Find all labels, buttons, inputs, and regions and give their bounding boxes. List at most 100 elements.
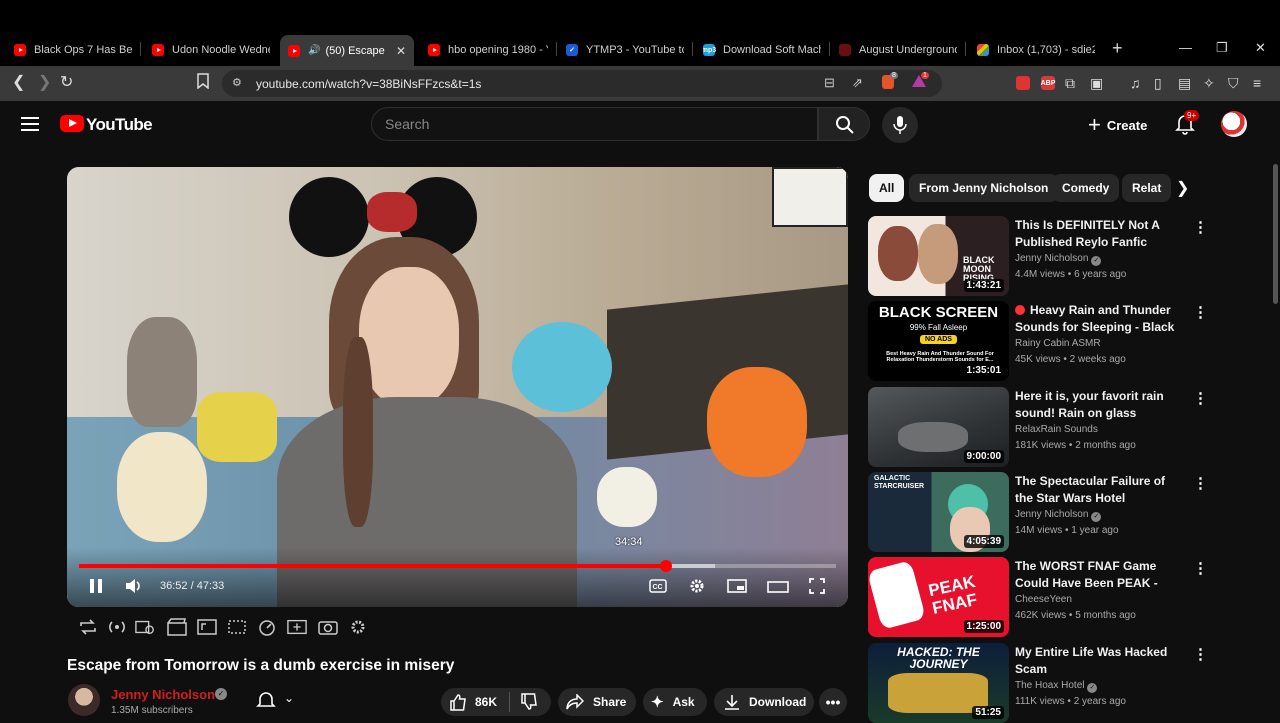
install-icon[interactable]: ⊟ xyxy=(824,75,835,91)
brightness-box-icon[interactable] xyxy=(287,618,307,636)
recommendation-channel[interactable]: Jenny Nicholson ✓ xyxy=(1015,253,1102,266)
search-input[interactable] xyxy=(385,115,785,133)
broadcast-icon[interactable] xyxy=(107,618,127,636)
recommendation-item[interactable]: HACKED: THE JOURNEY 51:25 My Entire Life… xyxy=(868,643,1268,723)
aspect-ratio-icon[interactable] xyxy=(197,618,217,636)
download-button[interactable]: Download xyxy=(714,688,814,716)
like-button[interactable]: 86K xyxy=(449,693,497,711)
pause-button[interactable] xyxy=(89,578,103,599)
video-player[interactable]: 34:34 36:52 / 47:33 CC xyxy=(67,167,848,607)
create-button[interactable]: + Create xyxy=(1080,107,1159,143)
recommendation-item[interactable]: PEAK FNAF 1:25:00 The WORST FNAF Game Co… xyxy=(868,557,1268,637)
vpn-icon[interactable]: ⛉ xyxy=(1228,73,1239,93)
forward-icon[interactable]: ❯ xyxy=(38,73,51,93)
clapper-icon[interactable] xyxy=(167,618,187,636)
camera-icon[interactable] xyxy=(318,618,338,636)
more-vertical-icon[interactable]: ⋮ xyxy=(1193,218,1208,236)
puzzle-icon[interactable]: ⧉ xyxy=(1065,73,1075,93)
watch-later-icon[interactable] xyxy=(135,618,155,636)
share-icon[interactable]: ⇗ xyxy=(852,75,863,91)
youtube-logo-icon[interactable] xyxy=(60,115,84,132)
close-window-icon[interactable]: ✕ xyxy=(1255,40,1266,56)
page-scrollbar[interactable] xyxy=(1273,164,1278,304)
sidebar-icon[interactable]: ▯ xyxy=(1154,73,1162,93)
browser-tab[interactable]: Udon Noodle Wedne xyxy=(152,39,270,61)
recommendation-channel[interactable]: Rainy Cabin ASMR xyxy=(1015,338,1101,349)
reload-icon[interactable]: ↻ xyxy=(60,73,73,93)
recommendation-channel[interactable]: Jenny Nicholson ✓ xyxy=(1015,509,1102,522)
hamburger-menu-icon[interactable] xyxy=(21,117,39,131)
browser-tab[interactable]: August Underground xyxy=(839,39,957,61)
adblock-plus-icon[interactable]: ABP xyxy=(1041,76,1055,90)
fullscreen-button[interactable] xyxy=(809,578,825,599)
more-vertical-icon[interactable]: ⋮ xyxy=(1193,645,1208,663)
more-actions-button[interactable]: ••• xyxy=(819,688,847,716)
new-tab-button[interactable]: + xyxy=(1112,38,1123,59)
browser-tab[interactable]: Inbox (1,703) - sdie2( xyxy=(977,39,1095,61)
progress-bar[interactable] xyxy=(79,560,836,572)
recommendation-channel[interactable]: RelaxRain Sounds xyxy=(1015,424,1098,435)
youtube-logo-text[interactable]: YouTube xyxy=(86,115,153,135)
search-box[interactable] xyxy=(371,107,818,141)
recommendation-item[interactable]: BLACK SCREEN 99% Fall Asleep NO ADS Best… xyxy=(868,301,1268,381)
share-button[interactable]: Share xyxy=(558,688,636,716)
loop-icon[interactable] xyxy=(78,618,98,636)
address-bar[interactable]: ⚙ youtube.com/watch?v=38BiNsFFzcs&t=1s ⊟… xyxy=(222,70,942,97)
mute-button[interactable] xyxy=(125,578,143,599)
video-thumbnail[interactable]: PEAK FNAF 1:25:00 xyxy=(868,557,1009,637)
channel-avatar[interactable] xyxy=(68,684,100,716)
speedometer-icon[interactable] xyxy=(257,618,277,636)
miniplayer-button[interactable] xyxy=(727,579,747,598)
more-vertical-icon[interactable]: ⋮ xyxy=(1193,389,1208,407)
crop-icon[interactable] xyxy=(227,618,247,636)
wallet-icon[interactable]: ▤ xyxy=(1178,73,1191,93)
dislike-button[interactable] xyxy=(520,693,538,711)
chip-comedy[interactable]: Comedy xyxy=(1052,174,1120,202)
chevron-right-icon[interactable]: ❯ xyxy=(1176,178,1189,198)
extension-icon[interactable] xyxy=(1016,76,1030,90)
recommendation-title[interactable]: The Spectacular Failure of the Star Wars… xyxy=(1015,473,1181,507)
music-icon[interactable]: ♫ xyxy=(1130,73,1141,93)
recommendation-item[interactable]: 9:00:00 Here it is, your favorit rain so… xyxy=(868,387,1268,467)
recommendation-title[interactable]: The WORST FNAF Game Could Have Been PEAK… xyxy=(1015,558,1181,592)
more-vertical-icon[interactable]: ⋮ xyxy=(1193,559,1208,577)
browser-tab[interactable]: mp3 Download Soft Machi xyxy=(703,39,821,61)
maximize-icon[interactable]: ❐ xyxy=(1216,40,1228,56)
video-thumbnail[interactable]: 9:00:00 xyxy=(868,387,1009,467)
settings-gear-icon[interactable] xyxy=(348,618,368,636)
video-thumbnail[interactable]: BLACK SCREEN 99% Fall Asleep NO ADS Best… xyxy=(868,301,1009,381)
channel-name[interactable]: Jenny Nicholson xyxy=(111,687,215,702)
back-icon[interactable]: ❮ xyxy=(12,73,25,93)
chip-all[interactable]: All xyxy=(869,174,905,202)
screenshot-icon[interactable]: ▣ xyxy=(1090,73,1103,93)
settings-button[interactable] xyxy=(689,578,705,599)
ask-button[interactable]: ✦ Ask xyxy=(643,688,707,716)
subscription-bell-button[interactable]: ⌄ xyxy=(256,690,294,715)
more-vertical-icon[interactable]: ⋮ xyxy=(1193,474,1208,492)
recommendation-item[interactable]: GALACTIC STARCRUISER 4:05:39 The Spectac… xyxy=(868,472,1268,552)
recommendation-title[interactable]: Here it is, your favorit rain sound! Rai… xyxy=(1015,388,1181,422)
video-thumbnail[interactable]: GALACTIC STARCRUISER 4:05:39 xyxy=(868,472,1009,552)
browser-tab[interactable]: Black Ops 7 Has Beco xyxy=(14,39,132,61)
leo-ai-icon[interactable]: ✧ xyxy=(1203,73,1215,93)
minimize-icon[interactable]: — xyxy=(1179,40,1192,55)
scrubber-handle[interactable] xyxy=(659,560,672,572)
recommendation-title[interactable]: Heavy Rain and Thunder Sounds for Sleepi… xyxy=(1015,302,1181,336)
theater-mode-button[interactable] xyxy=(767,580,789,598)
recommendation-title[interactable]: This Is DEFINITELY Not A Published Reylo… xyxy=(1015,217,1181,251)
search-button[interactable] xyxy=(818,107,870,141)
browser-tab[interactable]: ✓ YTMP3 - YouTube to I xyxy=(566,39,684,61)
recommendation-title[interactable]: My Entire Life Was Hacked Scam xyxy=(1015,644,1181,678)
more-vertical-icon[interactable]: ⋮ xyxy=(1193,303,1208,321)
browser-tab[interactable]: hbo opening 1980 - Y xyxy=(428,39,548,61)
user-avatar[interactable] xyxy=(1221,111,1247,137)
browser-tab-active[interactable]: 🔊(50) Escape fro✕ xyxy=(280,35,414,66)
menu-icon[interactable]: ≡ xyxy=(1253,73,1261,93)
bookmark-icon[interactable] xyxy=(197,73,209,95)
site-info-icon[interactable]: ⚙ xyxy=(232,76,242,89)
chip-from-channel[interactable]: From Jenny Nicholson xyxy=(909,174,1059,202)
url-text[interactable]: youtube.com/watch?v=38BiNsFFzcs&t=1s xyxy=(256,77,481,91)
recommendation-channel[interactable]: CheeseYeen xyxy=(1015,594,1072,605)
chip-related[interactable]: Relat xyxy=(1122,174,1172,202)
video-thumbnail[interactable]: HACKED: THE JOURNEY 51:25 xyxy=(868,643,1009,723)
